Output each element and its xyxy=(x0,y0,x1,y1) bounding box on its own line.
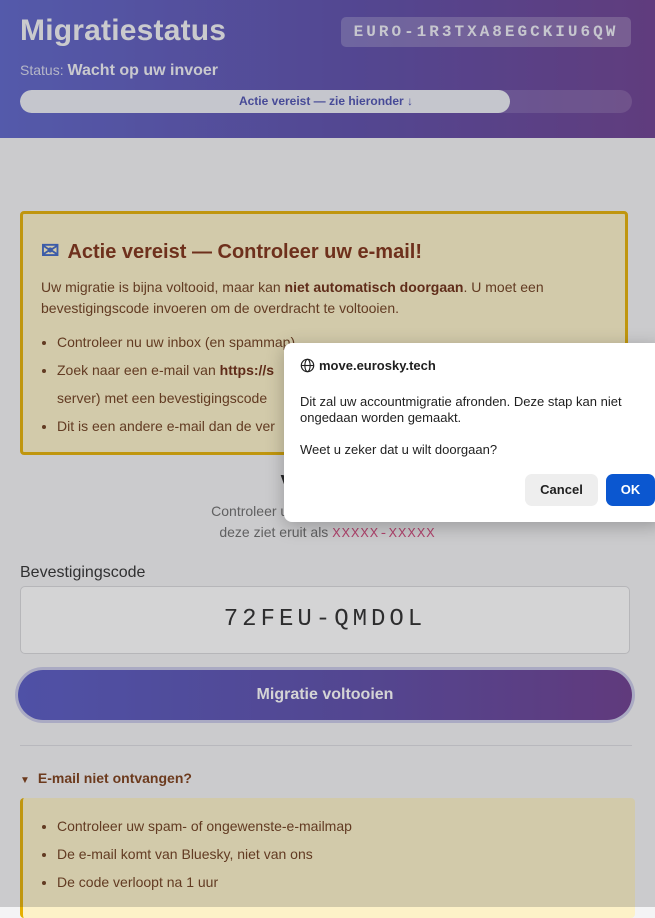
globe-icon xyxy=(300,358,315,373)
dialog-question: Weet u zeker dat u wilt doorgaan? xyxy=(300,442,498,457)
migration-page: Migratiestatus EURO-1R3TXA8EGCKIU6QW Sta… xyxy=(0,0,655,918)
dialog-origin-text: move.eurosky.tech xyxy=(319,358,436,373)
dialog-origin: move.eurosky.tech xyxy=(300,358,436,373)
ok-button[interactable]: OK xyxy=(606,474,655,506)
confirm-dialog: move.eurosky.tech Dit zal uw accountmigr… xyxy=(284,343,655,522)
dialog-message: Dit zal uw accountmigratie afronden. Dez… xyxy=(300,394,622,425)
cancel-button[interactable]: Cancel xyxy=(525,474,598,506)
